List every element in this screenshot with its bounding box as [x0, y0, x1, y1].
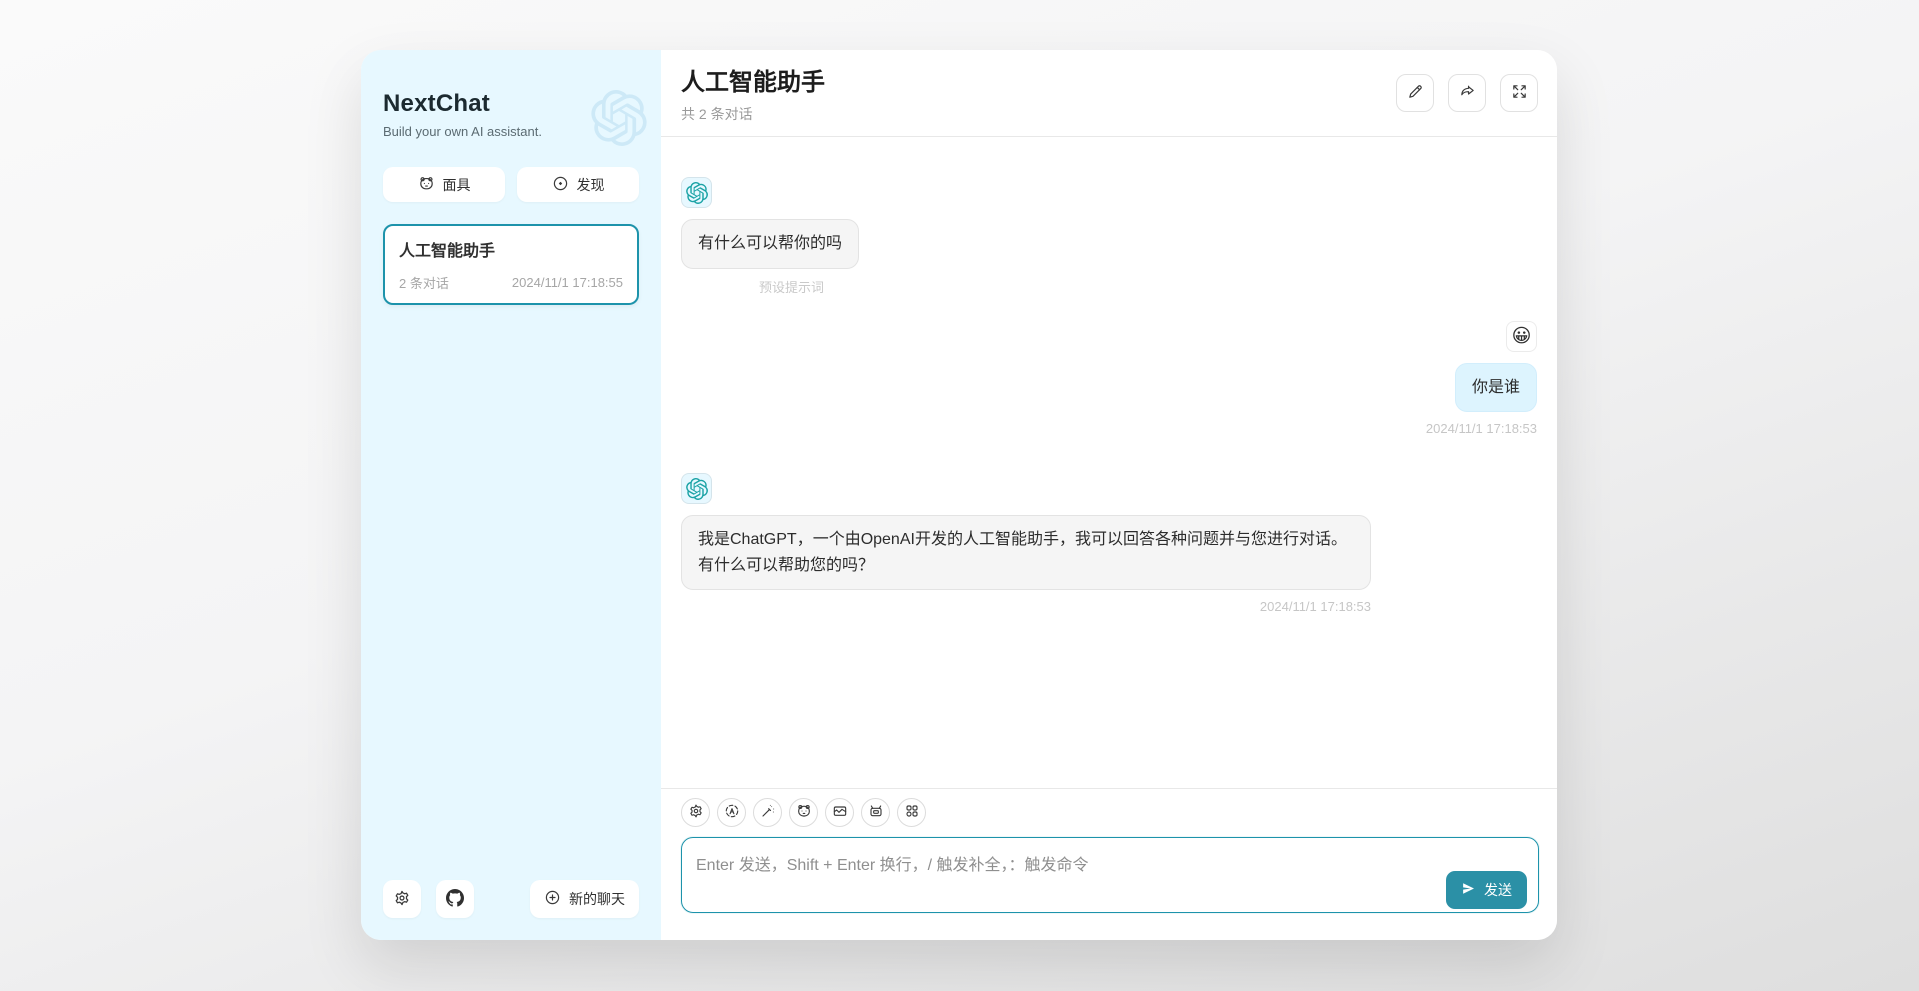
add-circle-icon	[544, 889, 561, 909]
nextchat-window: NextChat Build your own AI assistant. 面具	[361, 50, 1557, 940]
chat-item-time: 2024/11/1 17:18:55	[512, 275, 623, 290]
openai-watermark-logo	[591, 90, 647, 146]
clear-context-icon	[832, 803, 848, 822]
user-avatar: 😀	[1506, 321, 1537, 352]
mask-icon	[418, 175, 435, 195]
mask-button[interactable]: 面具	[383, 167, 505, 202]
discover-button-label: 发现	[577, 175, 605, 195]
bot-avatar	[681, 177, 712, 208]
model-select-button[interactable]	[861, 798, 890, 827]
message-list[interactable]: 有什么可以帮你的吗 预设提示词 😀 你是谁 2024/11/1 17:18:53	[661, 137, 1557, 788]
masks-button[interactable]	[789, 798, 818, 827]
chat-settings-button[interactable]	[681, 798, 710, 827]
bot-message-bubble[interactable]: 有什么可以帮你的吗	[681, 219, 859, 269]
user-message: 😀 你是谁 2024/11/1 17:18:53	[681, 321, 1537, 437]
github-icon	[446, 889, 464, 910]
bot-avatar	[681, 473, 712, 504]
composer-toolbar	[681, 798, 1539, 827]
mask-icon	[796, 803, 812, 822]
clear-context-button[interactable]	[825, 798, 854, 827]
bot-message-bubble[interactable]: 我是ChatGPT，一个由OpenAI开发的人工智能助手，我可以回答各种问题并与…	[681, 515, 1371, 590]
shortcut-prompt-button[interactable]	[753, 798, 782, 827]
chat-item-title: 人工智能助手	[399, 237, 623, 261]
bot-message: 我是ChatGPT，一个由OpenAI开发的人工智能助手，我可以回答各种问题并与…	[681, 473, 1537, 614]
rename-button[interactable]	[1396, 74, 1434, 112]
theme-auto-icon	[724, 803, 740, 822]
settings-gear-icon	[393, 889, 411, 910]
openai-avatar-icon	[686, 478, 708, 500]
fullscreen-button[interactable]	[1500, 74, 1538, 112]
chat-header: 人工智能助手 共 2 条对话	[661, 50, 1557, 137]
chat-item-count: 2 条对话	[399, 273, 449, 292]
discover-icon	[552, 175, 569, 195]
settings-gear-icon	[688, 803, 704, 822]
new-chat-button[interactable]: 新的聊天	[530, 880, 639, 918]
theme-toggle-button[interactable]	[717, 798, 746, 827]
robot-model-icon	[868, 803, 884, 822]
chat-panel: 人工智能助手 共 2 条对话	[661, 50, 1557, 940]
github-button[interactable]	[436, 880, 474, 918]
chat-list: 人工智能助手 2 条对话 2024/11/1 17:18:55	[383, 224, 639, 305]
discover-button[interactable]: 发现	[517, 167, 639, 202]
user-emoji: 😀	[1512, 327, 1532, 346]
fullscreen-icon	[1511, 83, 1528, 103]
preset-prompt-hint: 预设提示词	[759, 277, 1537, 296]
chat-title[interactable]: 人工智能助手	[681, 62, 825, 97]
plugin-grid-icon	[904, 803, 920, 822]
user-message-time: 2024/11/1 17:18:53	[1426, 421, 1537, 436]
settings-button[interactable]	[383, 880, 421, 918]
header-actions	[1396, 74, 1538, 112]
share-button[interactable]	[1448, 74, 1486, 112]
sidebar: NextChat Build your own AI assistant. 面具	[361, 50, 661, 940]
bot-message: 有什么可以帮你的吗 预设提示词	[681, 177, 1537, 296]
chat-subtitle: 共 2 条对话	[681, 104, 825, 124]
message-input[interactable]	[681, 837, 1539, 913]
share-icon	[1459, 83, 1476, 103]
prompt-wand-icon	[760, 803, 776, 822]
sidebar-actions: 面具 发现	[383, 167, 639, 202]
send-plane-icon	[1461, 881, 1476, 899]
mask-button-label: 面具	[443, 175, 471, 195]
plugins-button[interactable]	[897, 798, 926, 827]
openai-avatar-icon	[686, 182, 708, 204]
send-button-label: 发送	[1484, 880, 1512, 900]
sidebar-footer: 新的聊天	[383, 880, 639, 918]
user-message-bubble[interactable]: 你是谁	[1455, 363, 1537, 413]
pencil-icon	[1407, 83, 1424, 103]
bot-message-time: 2024/11/1 17:18:53	[1260, 599, 1371, 614]
send-button[interactable]: 发送	[1446, 871, 1527, 909]
composer: 发送	[661, 788, 1557, 940]
chat-list-item-selected[interactable]: 人工智能助手 2 条对话 2024/11/1 17:18:55	[383, 224, 639, 305]
new-chat-label: 新的聊天	[569, 889, 625, 909]
